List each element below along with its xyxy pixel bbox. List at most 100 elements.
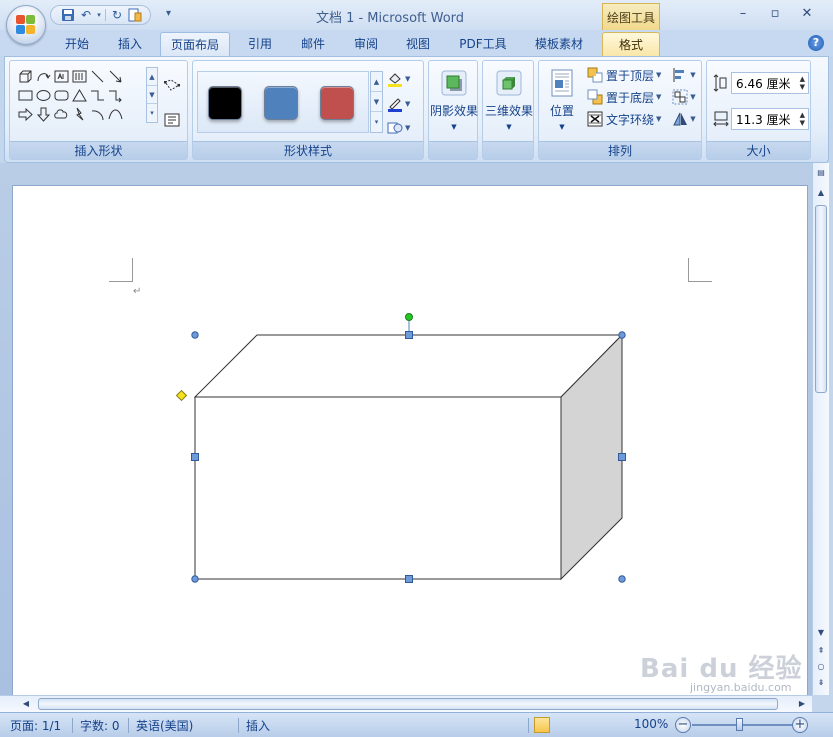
- print-layout-view-icon[interactable]: [534, 717, 550, 733]
- elbow-connector-icon[interactable]: [88, 86, 106, 105]
- curve-shape-icon[interactable]: [106, 105, 124, 124]
- zoom-out-icon[interactable]: −: [675, 717, 691, 733]
- horizontal-scroll-thumb[interactable]: [38, 698, 778, 710]
- arc-shape-icon[interactable]: [88, 105, 106, 124]
- position-button[interactable]: 位置 ▼: [539, 66, 585, 141]
- rotate-handle[interactable]: [405, 313, 413, 321]
- title-bar: ↶ ▾ ↻ ▾ 文档 1 - Microsoft Word 绘图工具 – ▫ ✕: [0, 0, 833, 30]
- rotate-button[interactable]: ▼: [671, 109, 697, 129]
- vertical-scrollbar[interactable]: ▤ ▲ ▼ ⇞ ○ ⇟: [812, 163, 829, 695]
- vertical-scroll-thumb[interactable]: [815, 205, 827, 393]
- right-arrow-shape-icon[interactable]: [16, 105, 34, 124]
- next-page-icon[interactable]: ⇟: [813, 675, 829, 691]
- gallery-scroll-up-icon[interactable]: ▲: [147, 68, 157, 86]
- horizontal-scrollbar[interactable]: ◀ ▶: [0, 695, 812, 712]
- shape-width-field[interactable]: 11.3 厘米 ▲ ▼: [731, 108, 809, 130]
- resize-handle-bottom-right[interactable]: [618, 575, 626, 583]
- elbow-arrow-connector-icon[interactable]: [106, 86, 124, 105]
- style-swatch-black[interactable]: [208, 86, 242, 120]
- down-arrow-shape-icon[interactable]: [34, 105, 52, 124]
- cube-shape-icon[interactable]: [16, 67, 34, 86]
- 3d-effects-button[interactable]: 三维效果 ▼: [484, 66, 534, 141]
- scroll-left-icon[interactable]: ◀: [18, 696, 34, 712]
- zoom-slider-thumb[interactable]: [736, 718, 743, 731]
- shape-fill-button[interactable]: ▼: [387, 69, 417, 89]
- style-more-icon[interactable]: ▾: [371, 112, 382, 132]
- triangle-shape-icon[interactable]: [70, 86, 88, 105]
- style-scroll-up-icon[interactable]: ▲: [371, 72, 382, 92]
- close-button[interactable]: ✕: [797, 6, 817, 24]
- text-wrap-button[interactable]: 文字环绕 ▼: [587, 109, 661, 129]
- draw-text-box-icon[interactable]: [162, 110, 182, 130]
- chevron-down-icon: ▼: [451, 123, 457, 131]
- curve-arrow-shape-icon[interactable]: [34, 67, 52, 86]
- previous-page-icon[interactable]: ⇞: [813, 643, 829, 659]
- web-layout-view-icon[interactable]: [572, 717, 588, 733]
- cube-shape[interactable]: [173, 310, 633, 590]
- style-swatch-red[interactable]: [320, 86, 354, 120]
- text-box-shape-icon[interactable]: [52, 67, 70, 86]
- oval-shape-icon[interactable]: [34, 86, 52, 105]
- rounded-rect-shape-icon[interactable]: [52, 86, 70, 105]
- resize-handle-bottom[interactable]: [405, 575, 413, 583]
- vertical-text-box-icon[interactable]: [70, 67, 88, 86]
- tab-mailings[interactable]: 邮件: [293, 32, 333, 56]
- resize-handle-bottom-left[interactable]: [191, 575, 199, 583]
- restore-button[interactable]: ▫: [765, 6, 785, 24]
- status-word-count[interactable]: 字数: 0: [80, 717, 120, 734]
- tab-view[interactable]: 视图: [398, 32, 438, 56]
- tab-pdf-tools[interactable]: PDF工具: [452, 32, 514, 56]
- tab-home[interactable]: 开始: [57, 32, 97, 56]
- document-page[interactable]: ↵: [12, 185, 808, 705]
- align-button[interactable]: ▼: [671, 65, 697, 85]
- height-spinner-icon[interactable]: ▲ ▼: [800, 75, 805, 91]
- send-to-back-button[interactable]: 置于底层 ▼: [587, 87, 661, 107]
- office-button[interactable]: [6, 5, 46, 45]
- outline-view-icon[interactable]: [590, 717, 606, 733]
- select-browse-object-icon[interactable]: ○: [813, 659, 829, 675]
- tab-insert[interactable]: 插入: [110, 32, 150, 56]
- shape-height-field[interactable]: 6.46 厘米 ▲ ▼: [731, 72, 809, 94]
- rectangle-shape-icon[interactable]: [16, 86, 34, 105]
- resize-handle-top[interactable]: [405, 331, 413, 339]
- gallery-scroll-down-icon[interactable]: ▼: [147, 86, 157, 104]
- scroll-right-icon[interactable]: ▶: [794, 696, 810, 712]
- zoom-slider-track[interactable]: [692, 724, 794, 726]
- status-page[interactable]: 页面: 1/1: [10, 717, 61, 734]
- line-shape-icon[interactable]: [88, 67, 106, 86]
- edit-shape-icon[interactable]: [162, 75, 182, 95]
- arrow-line-shape-icon[interactable]: [106, 67, 124, 86]
- scroll-up-icon[interactable]: ▲: [813, 185, 829, 201]
- full-screen-reading-view-icon[interactable]: [553, 717, 569, 733]
- resize-handle-right[interactable]: [618, 453, 626, 461]
- draft-view-icon[interactable]: [608, 717, 624, 733]
- scroll-down-icon[interactable]: ▼: [813, 625, 829, 641]
- help-icon[interactable]: ?: [808, 35, 824, 51]
- resize-handle-left[interactable]: [191, 453, 199, 461]
- shape-outline-button[interactable]: ▼: [387, 94, 417, 114]
- gallery-more-icon[interactable]: ▾: [147, 104, 157, 122]
- tab-references[interactable]: 引用: [240, 32, 280, 56]
- status-insert-mode[interactable]: 插入: [246, 717, 270, 734]
- zoom-level[interactable]: 100%: [634, 717, 668, 731]
- tab-review[interactable]: 审阅: [346, 32, 386, 56]
- style-scroll-down-icon[interactable]: ▼: [371, 92, 382, 112]
- status-language[interactable]: 英语(美国): [136, 717, 193, 734]
- bring-to-front-button[interactable]: 置于顶层 ▼: [587, 65, 661, 85]
- zoom-in-icon[interactable]: +: [792, 717, 808, 733]
- adjust-handle[interactable]: [175, 389, 188, 402]
- group-button[interactable]: ▼: [671, 87, 697, 107]
- resize-handle-top-right[interactable]: [618, 331, 626, 339]
- cloud-callout-icon[interactable]: [52, 105, 70, 124]
- minimize-button[interactable]: –: [733, 6, 753, 24]
- tab-template-materials[interactable]: 模板素材: [526, 32, 592, 56]
- style-swatch-blue[interactable]: [264, 86, 298, 120]
- lightning-shape-icon[interactable]: [70, 105, 88, 124]
- shadow-effects-button[interactable]: 阴影效果 ▼: [429, 66, 479, 141]
- change-shape-button[interactable]: ▼: [387, 118, 417, 138]
- tab-format[interactable]: 格式: [602, 32, 660, 56]
- tab-page-layout[interactable]: 页面布局: [160, 32, 230, 56]
- resize-handle-top-left[interactable]: [191, 331, 199, 339]
- width-spinner-icon[interactable]: ▲ ▼: [800, 111, 805, 127]
- ruler-toggle-icon[interactable]: ▤: [813, 165, 829, 181]
